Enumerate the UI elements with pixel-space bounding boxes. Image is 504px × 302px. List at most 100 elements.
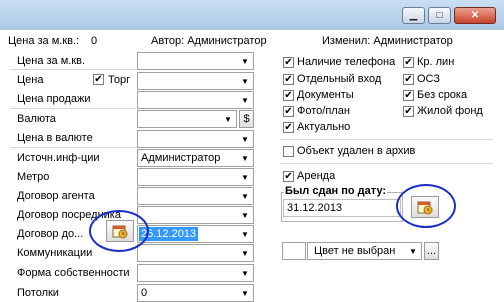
- chevron-down-icon[interactable]: ▼: [237, 226, 253, 242]
- chevron-down-icon[interactable]: ▼: [237, 169, 253, 185]
- divider: [10, 69, 135, 70]
- no-term-label: Без срока: [417, 89, 468, 101]
- rented-date-value: 31.12.2013: [287, 202, 343, 214]
- minimize-button[interactable]: ▁: [402, 7, 425, 24]
- color-more-button[interactable]: ...: [424, 242, 439, 260]
- broker-contract-select[interactable]: ▼: [137, 206, 254, 224]
- agent-contract-label: Договор агента: [17, 190, 95, 202]
- price-field[interactable]: ▼: [137, 72, 254, 90]
- price-currency-label: Цена в валюте: [17, 132, 93, 144]
- chevron-down-icon[interactable]: ▼: [237, 73, 253, 89]
- close-icon: ✕: [470, 10, 480, 21]
- contract-to-label: Договор до...: [17, 228, 84, 240]
- author-label: Автор: Администратор: [151, 35, 267, 47]
- no-term-checkbox[interactable]: ✔: [403, 90, 414, 101]
- color-swatch[interactable]: [282, 242, 306, 260]
- annotation-circle: [89, 210, 149, 252]
- archived-label: Объект удален в архив: [297, 145, 416, 157]
- chevron-down-icon[interactable]: ▼: [220, 111, 236, 127]
- minimize-icon: ▁: [409, 10, 418, 21]
- divider: [281, 139, 493, 140]
- kr-lin-label: Кр. лин: [417, 56, 455, 68]
- divider: [10, 147, 135, 148]
- currency-select[interactable]: ▼: [137, 110, 237, 128]
- utilities-label: Коммуникации: [17, 247, 93, 259]
- ceilings-field[interactable]: 0 ▼: [137, 284, 254, 302]
- ownership-label: Форма собственности: [17, 267, 130, 279]
- residential-checkbox[interactable]: ✔: [403, 106, 414, 117]
- chevron-down-icon[interactable]: ▼: [237, 53, 253, 69]
- check-icon: ✔: [94, 73, 103, 85]
- sale-price-label: Цена продажи: [17, 93, 91, 105]
- check-icon: ✔: [404, 89, 413, 101]
- divider: [281, 163, 493, 164]
- osz-label: ОСЗ: [417, 73, 441, 85]
- chevron-down-icon[interactable]: ▼: [405, 243, 421, 259]
- price-currency-field[interactable]: ▼: [137, 130, 254, 148]
- price-per-sqm-label: Цена за м.кв.:: [8, 35, 80, 47]
- check-icon: ✔: [284, 73, 293, 85]
- check-icon: ✔: [404, 73, 413, 85]
- documents-label: Документы: [297, 89, 354, 101]
- chevron-down-icon[interactable]: ▼: [237, 92, 253, 108]
- phone-checkbox[interactable]: ✔: [283, 57, 294, 68]
- trade-label: Торг: [108, 74, 131, 86]
- currency-button-label: $: [243, 113, 250, 125]
- trade-checkbox[interactable]: ✔: [93, 74, 104, 85]
- metro-label: Метро: [17, 171, 50, 183]
- modified-by-label: Изменил: Администратор: [322, 35, 453, 47]
- color-select[interactable]: Цвет не выбран ▼: [307, 242, 422, 260]
- rent-checkbox[interactable]: ✔: [283, 171, 294, 182]
- contract-to-value: 25.12.2013: [141, 228, 197, 240]
- ownership-select[interactable]: ▼: [137, 264, 254, 282]
- chevron-down-icon[interactable]: ▼: [237, 150, 253, 166]
- chevron-down-icon[interactable]: ▼: [237, 285, 253, 301]
- chevron-down-icon[interactable]: ▼: [237, 245, 253, 261]
- check-icon: ✔: [404, 56, 413, 68]
- check-icon: ✔: [284, 170, 293, 182]
- rent-label: Аренда: [297, 170, 336, 182]
- check-icon: ✔: [284, 56, 293, 68]
- archived-checkbox[interactable]: [283, 146, 294, 157]
- chevron-down-icon[interactable]: ▼: [237, 265, 253, 281]
- actual-checkbox[interactable]: ✔: [283, 122, 294, 133]
- maximize-button[interactable]: □: [428, 7, 451, 24]
- maximize-icon: □: [436, 10, 443, 21]
- actual-label: Актуально: [297, 121, 351, 133]
- rented-date-field[interactable]: 31.12.2013: [283, 199, 401, 217]
- metro-select[interactable]: ▼: [137, 168, 254, 186]
- source-value: Администратор: [141, 152, 221, 164]
- close-button[interactable]: ✕: [454, 7, 496, 24]
- price-label: Цена: [17, 74, 44, 86]
- ceilings-label: Потолки: [17, 287, 59, 299]
- currency-button[interactable]: $: [239, 110, 254, 128]
- documents-checkbox[interactable]: ✔: [283, 90, 294, 101]
- annotation-circle: [396, 184, 456, 228]
- price-sqm-field[interactable]: ▼: [137, 52, 254, 70]
- sale-price-field[interactable]: ▼: [137, 91, 254, 109]
- photo-plan-checkbox[interactable]: ✔: [283, 106, 294, 117]
- photo-plan-label: Фото/план: [297, 105, 350, 117]
- osz-checkbox[interactable]: ✔: [403, 74, 414, 85]
- residential-label: Жилой фонд: [417, 105, 483, 117]
- check-icon: ✔: [404, 105, 413, 117]
- color-value: Цвет не выбран: [314, 245, 396, 257]
- divider: [10, 108, 135, 109]
- ceilings-value: 0: [141, 287, 148, 299]
- check-icon: ✔: [284, 105, 293, 117]
- agent-contract-select[interactable]: ▼: [137, 187, 254, 205]
- contract-to-field[interactable]: 25.12.2013 ▼: [137, 225, 254, 243]
- utilities-select[interactable]: ▼: [137, 244, 254, 262]
- source-label: Источн.инф-ции: [17, 152, 100, 164]
- kr-lin-checkbox[interactable]: ✔: [403, 57, 414, 68]
- separate-entrance-checkbox[interactable]: ✔: [283, 74, 294, 85]
- more-icon: ...: [426, 245, 437, 257]
- price-sqm-label: Цена за м.кв.: [17, 55, 86, 67]
- source-select[interactable]: Администратор ▼: [137, 149, 254, 167]
- chevron-down-icon[interactable]: ▼: [237, 207, 253, 223]
- check-icon: ✔: [284, 121, 293, 133]
- chevron-down-icon[interactable]: ▼: [237, 131, 253, 147]
- chevron-down-icon[interactable]: ▼: [237, 188, 253, 204]
- rented-until-label: Был сдан по дату:: [284, 185, 388, 197]
- price-per-sqm-value: 0: [91, 35, 98, 47]
